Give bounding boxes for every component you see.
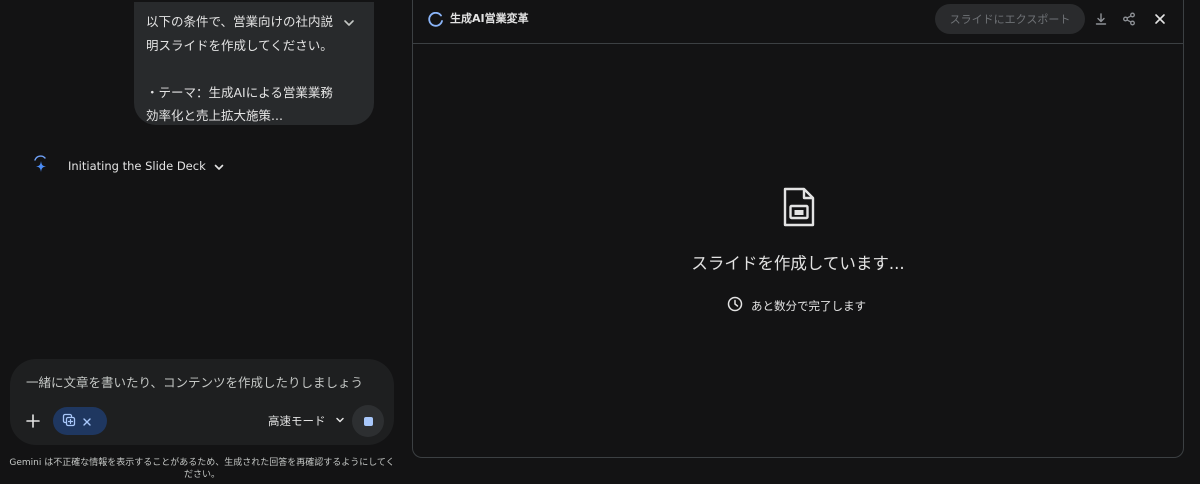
slide-document-icon <box>782 187 816 227</box>
disclaimer-text: Gemini は不正確な情報を表示することがあるため、生成された回答を再確認する… <box>9 458 395 480</box>
share-icon[interactable] <box>1121 11 1137 27</box>
canvas-panel: 生成AI営業変革 スライドにエクスポート スライドを作成しています... あと数… <box>412 0 1184 458</box>
canvas-title: 生成AI営業変革 <box>450 12 529 25</box>
prompt-composer: 一緒に文章を書いたり、コンテンツを作成したりしましょう 高速モード <box>10 359 394 445</box>
stop-generation-button[interactable] <box>352 405 384 437</box>
chevron-down-icon[interactable] <box>340 14 358 32</box>
eta-text: あと数分で完了します <box>751 298 866 313</box>
eta-row: あと数分で完了します <box>727 296 866 315</box>
chevron-down-icon[interactable] <box>212 159 226 173</box>
close-icon[interactable] <box>82 412 92 431</box>
thinking-label: Initiating the Slide Deck <box>68 159 206 173</box>
chevron-down-icon <box>334 414 346 429</box>
prompt-input[interactable]: 一緒に文章を書いたり、コンテンツを作成したりしましょう <box>26 373 376 393</box>
stop-icon <box>363 416 373 426</box>
user-message-bubble: 以下の条件で、営業向けの社内説 明スライドを作成してください。 ・テーマ：生成A… <box>134 2 374 125</box>
canvas-tool-icon <box>62 412 76 431</box>
plus-icon[interactable] <box>22 410 44 432</box>
close-icon[interactable] <box>1152 11 1168 27</box>
generation-status-text: スライドを作成しています... <box>691 254 905 273</box>
export-to-slides-button[interactable]: スライドにエクスポート <box>935 4 1085 34</box>
user-message-text: 以下の条件で、営業向けの社内説 明スライドを作成してください。 ・テーマ：生成A… <box>146 14 334 123</box>
gemini-spark-icon <box>32 155 50 177</box>
download-icon[interactable] <box>1093 11 1109 27</box>
generation-status-area <box>413 44 1183 458</box>
chat-panel: 以下の条件で、営業向けの社内説 明スライドを作成してください。 ・テーマ：生成A… <box>0 0 404 484</box>
mode-label: 高速モード <box>268 414 326 428</box>
canvas-tool-chip[interactable] <box>53 407 107 435</box>
clock-icon <box>727 296 743 315</box>
loading-spinner-icon <box>428 11 444 28</box>
thinking-toggle[interactable]: Initiating the Slide Deck <box>32 155 226 177</box>
canvas-header: 生成AI営業変革 スライドにエクスポート <box>413 0 1183 44</box>
mode-select[interactable]: 高速モード <box>268 411 346 431</box>
